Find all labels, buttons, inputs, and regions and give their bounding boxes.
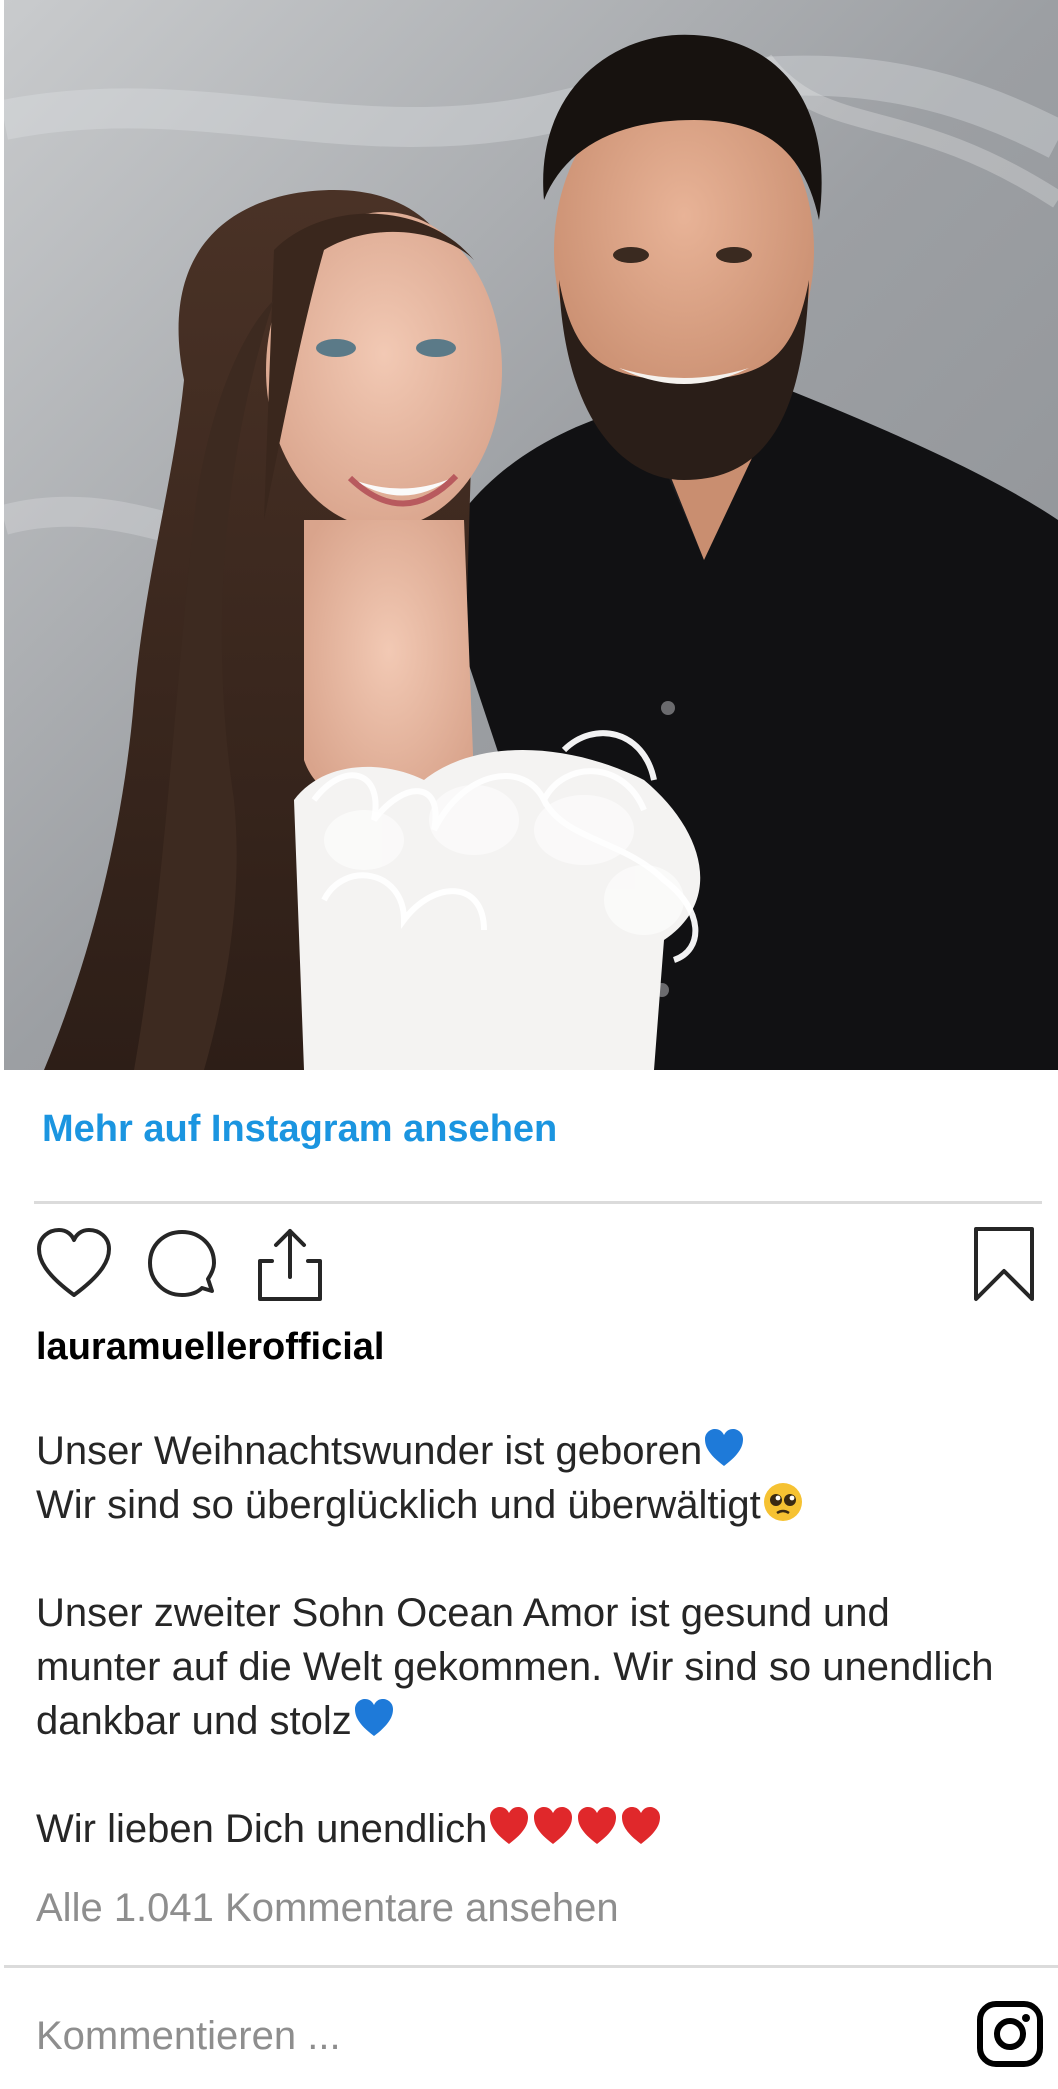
caption-line-text: dankbar und stolz [36,1699,352,1743]
heart-icon[interactable] [34,1225,114,1305]
caption-line: dankbar und stolz [36,1694,1046,1748]
red-heart-emoji-icon [487,1804,531,1848]
view-more-on-instagram-link[interactable]: Mehr auf Instagram ansehen [42,1108,557,1151]
caption-line: munter auf die Welt gekommen. Wir sind s… [36,1640,1046,1694]
post-username[interactable]: lauramuellerofficial [36,1326,384,1369]
caption-line: Unser Weihnachtswunder ist geboren [36,1424,1046,1478]
caption-line-text: munter auf die Welt gekommen. Wir sind s… [36,1645,994,1689]
caption-line-text: Wir sind so überglücklich und überwältig… [36,1483,761,1527]
red-heart-emoji-icon [619,1804,663,1848]
caption-line: Unser zweiter Sohn Ocean Amor ist gesund… [36,1586,1046,1640]
bookmark-icon[interactable] [964,1225,1044,1305]
action-bar [34,1225,1044,1305]
caption-line: Wir sind so überglücklich und überwältig… [36,1478,1046,1532]
divider [4,1965,1058,1968]
red-heart-emoji-icon [575,1804,619,1848]
share-icon[interactable] [250,1225,330,1305]
comment-input[interactable]: Kommentieren ... [36,2014,341,2059]
caption-line-text: Wir lieben Dich unendlich [36,1807,488,1851]
instagram-embed: Mehr auf Instagram ansehen lauramuellero… [4,0,1058,2089]
instagram-logo-icon[interactable] [976,2000,1044,2068]
caption-line: Wir lieben Dich unendlich [36,1802,1046,1856]
caption-line-text: Unser Weihnachtswunder ist geboren [36,1429,703,1473]
divider [34,1201,1042,1204]
blue-heart-emoji-icon [352,1696,396,1740]
blue-heart-emoji-icon [702,1426,746,1470]
view-all-comments-link[interactable]: Alle 1.041 Kommentare ansehen [36,1886,619,1931]
post-caption: Unser Weihnachtswunder ist geboren Wir si… [36,1424,1046,1856]
comment-icon[interactable] [142,1225,222,1305]
red-heart-emoji-icon [531,1804,575,1848]
pleading-face-emoji-icon [761,1480,805,1524]
post-photo[interactable] [4,0,1058,1070]
caption-line-text: Unser zweiter Sohn Ocean Amor ist gesund… [36,1591,890,1635]
